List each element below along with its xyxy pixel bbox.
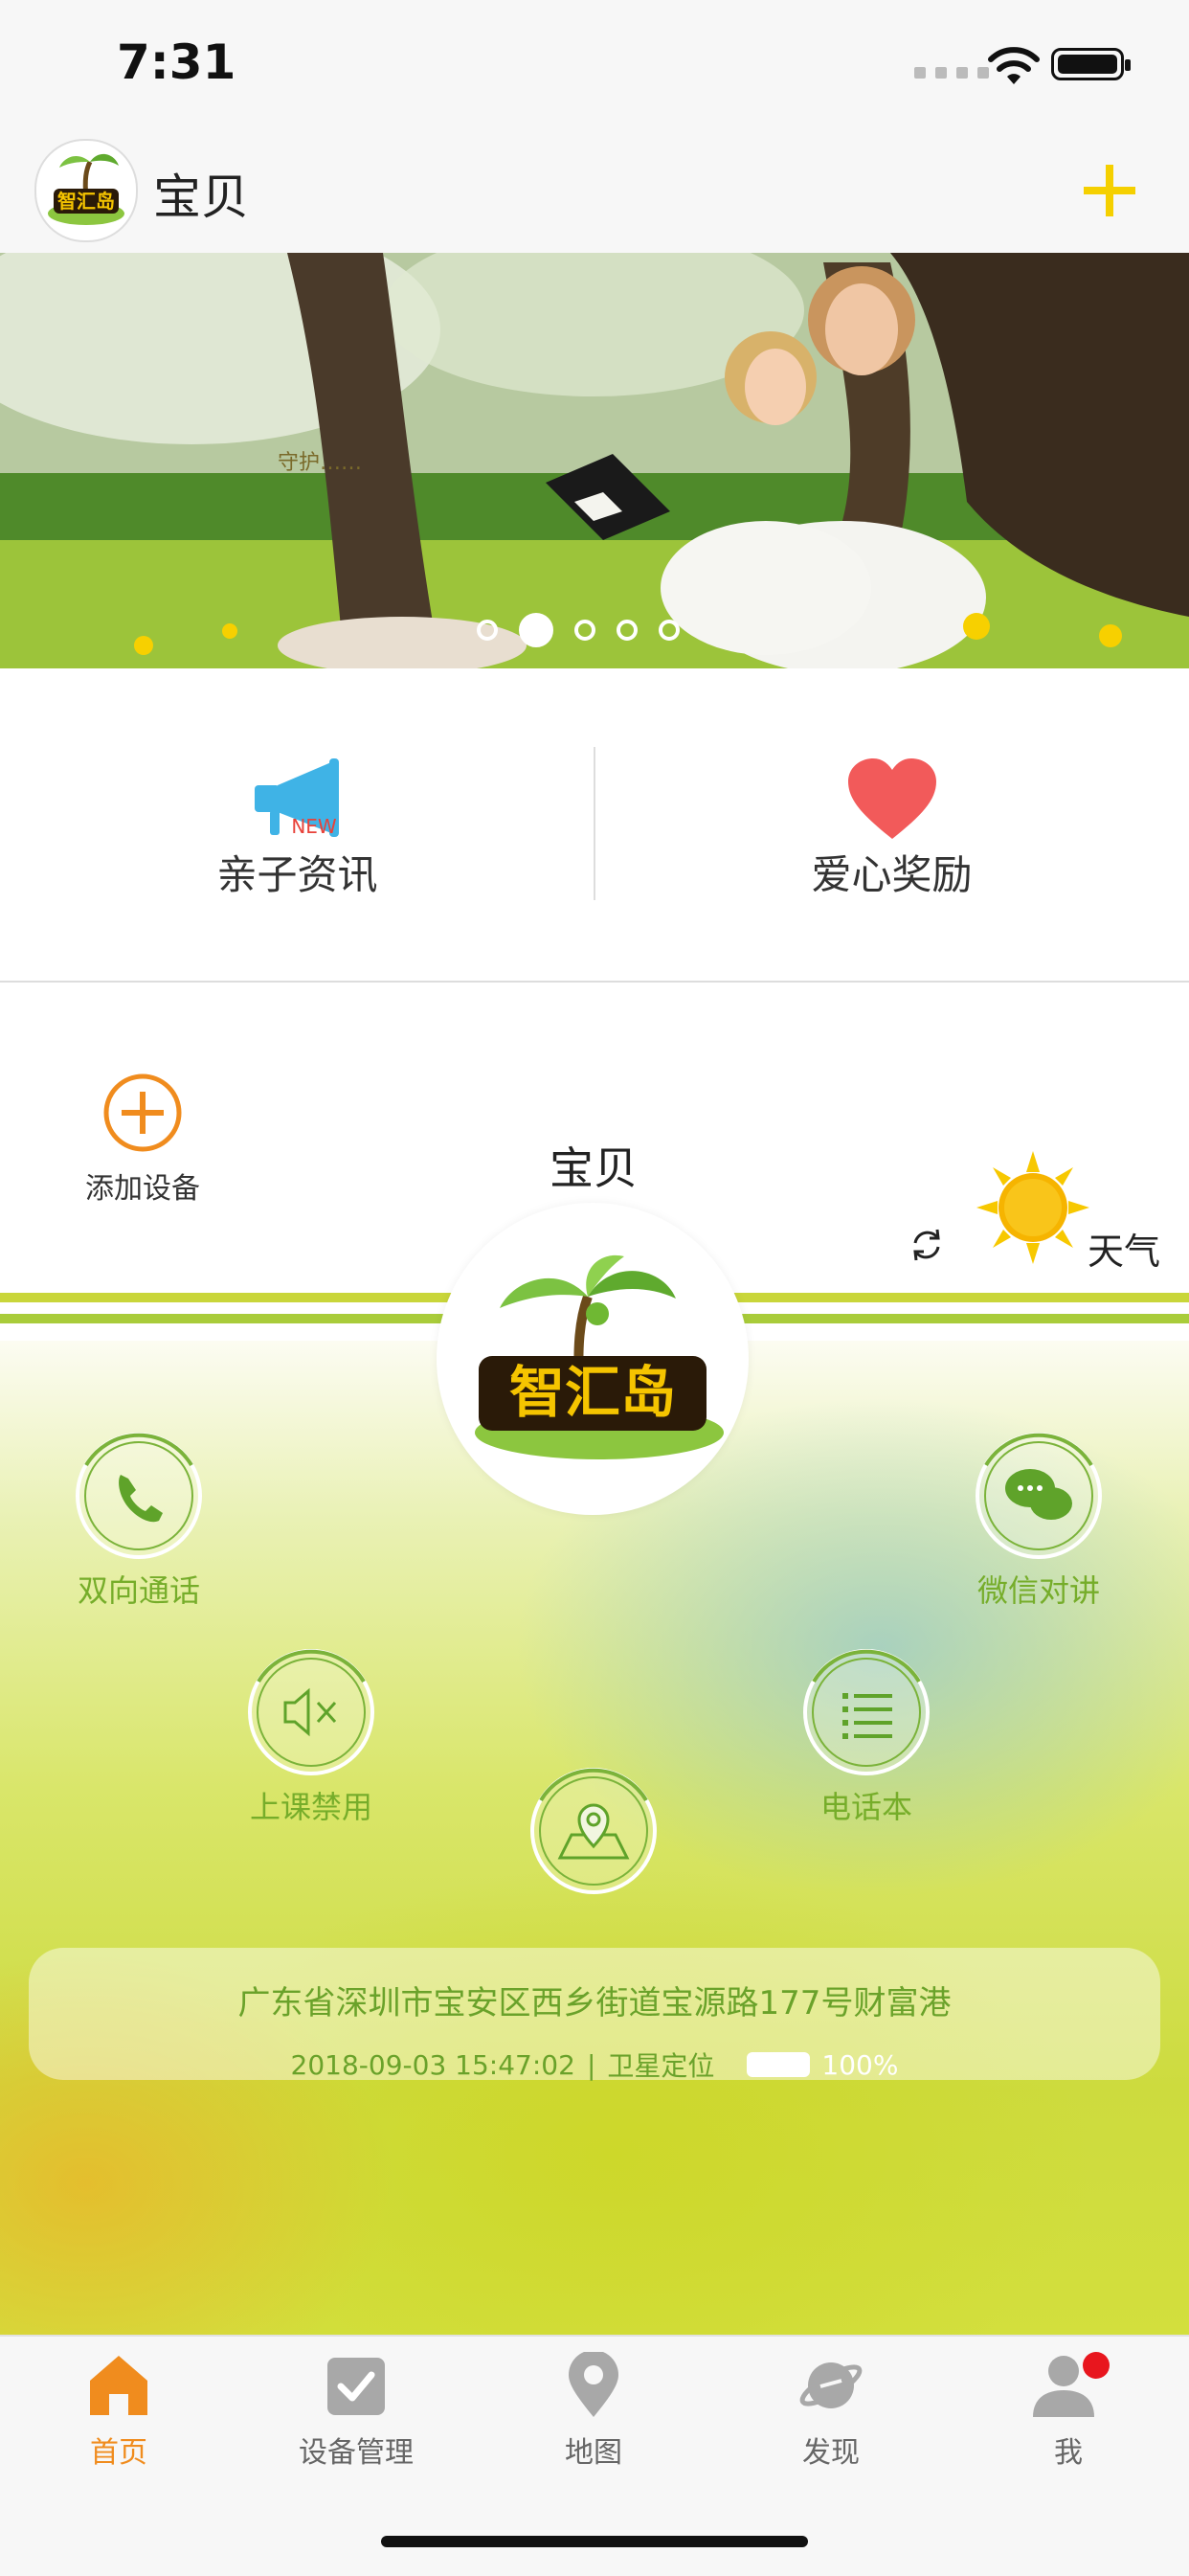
shortcut-label: 爱心奖励 <box>811 851 973 898</box>
banner-photo <box>0 253 1189 668</box>
function-label: 上课禁用 <box>249 1789 372 1825</box>
zhihuidao-logo: 智汇岛 <box>475 1254 724 1459</box>
banner-carousel[interactable] <box>0 253 1189 668</box>
page-title: 宝贝 <box>153 169 249 225</box>
tab-label: 地图 <box>565 2436 622 2470</box>
wifi-icon <box>988 47 1040 84</box>
location-timestamp: 2018-09-03 15:47:02 <box>290 2048 575 2081</box>
phonebook-button[interactable]: 电话本 <box>785 1643 948 1827</box>
add-device-label: 添加设备 <box>85 1172 200 1206</box>
planet-icon <box>799 2362 863 2408</box>
shortcut-label: 亲子资讯 <box>216 851 378 898</box>
location-address: 广东省深圳市宝安区西乡街道宝源路177号财富港 <box>237 1984 952 2022</box>
tab-label: 设备管理 <box>299 2436 414 2470</box>
status-time: 7:31 <box>117 34 236 90</box>
notification-dot <box>1083 2352 1110 2379</box>
function-label: 双向通话 <box>77 1572 200 1609</box>
home-indicator <box>381 2536 808 2547</box>
refresh-icon[interactable] <box>908 1226 946 1264</box>
chat-bubble-icon <box>976 1433 1102 1559</box>
function-label: 电话本 <box>819 1789 912 1825</box>
tab-me[interactable]: 我 <box>950 2352 1187 2471</box>
new-badge: NEW <box>291 815 337 838</box>
tab-label: 首页 <box>90 2436 147 2470</box>
add-circle-icon <box>103 1073 182 1152</box>
carousel-dots[interactable] <box>477 613 680 647</box>
device-battery-icon <box>747 2052 811 2077</box>
sun-icon[interactable] <box>976 1151 1089 1264</box>
device-name: 宝贝 <box>550 1142 638 1194</box>
wechat-intercom-button[interactable]: 微信对讲 <box>957 1427 1120 1611</box>
two-way-call-button[interactable]: 双向通话 <box>57 1427 220 1611</box>
tab-discover[interactable]: 发现 <box>712 2352 950 2471</box>
locate-button[interactable] <box>517 1762 670 1896</box>
shortcut-parenting-news[interactable]: NEW 亲子资讯 <box>0 757 594 901</box>
tab-map[interactable]: 地图 <box>475 2352 712 2471</box>
banner-caption: 守护…… <box>278 451 363 475</box>
logo-wordmark: 智汇岛 <box>57 190 115 213</box>
meta-separator: | <box>586 2048 596 2081</box>
location-meta: 2018-09-03 15:47:02 | 卫星定位 100% <box>29 2045 1160 2084</box>
tab-home[interactable]: 首页 <box>0 2352 237 2471</box>
cellular-signal-icon <box>914 67 989 79</box>
location-method: 卫星定位 <box>607 2050 715 2082</box>
device-avatar[interactable]: 智汇岛 <box>437 1203 749 1515</box>
device-battery-percent: 100% <box>821 2048 899 2081</box>
shortcut-love-reward[interactable]: 爱心奖励 <box>594 757 1189 901</box>
tab-label: 发现 <box>802 2436 860 2470</box>
add-device-button[interactable]: 添加设备 <box>52 1073 234 1207</box>
list-icon <box>803 1649 930 1775</box>
battery-icon <box>1051 48 1131 80</box>
weather-label[interactable]: 天气 <box>1088 1222 1160 1275</box>
mute-icon <box>248 1649 374 1775</box>
function-label: 微信对讲 <box>976 1572 1100 1609</box>
user-icon <box>1033 2352 1110 2417</box>
add-icon[interactable] <box>1080 161 1139 220</box>
logo-wordmark: 智汇岛 <box>509 1360 676 1425</box>
map-location-icon <box>530 1768 657 1894</box>
heart-icon <box>847 758 936 839</box>
tab-label: 我 <box>1054 2436 1083 2470</box>
tab-device-management[interactable]: 设备管理 <box>237 2352 475 2471</box>
home-icon <box>90 2356 147 2415</box>
checkbox-icon <box>327 2358 385 2415</box>
class-mute-button[interactable]: 上课禁用 <box>230 1643 393 1827</box>
app-logo[interactable]: 智汇岛 <box>34 139 138 242</box>
megaphone-icon: NEW <box>254 758 339 838</box>
map-pin-icon <box>569 2352 618 2417</box>
phone-icon <box>76 1433 202 1559</box>
